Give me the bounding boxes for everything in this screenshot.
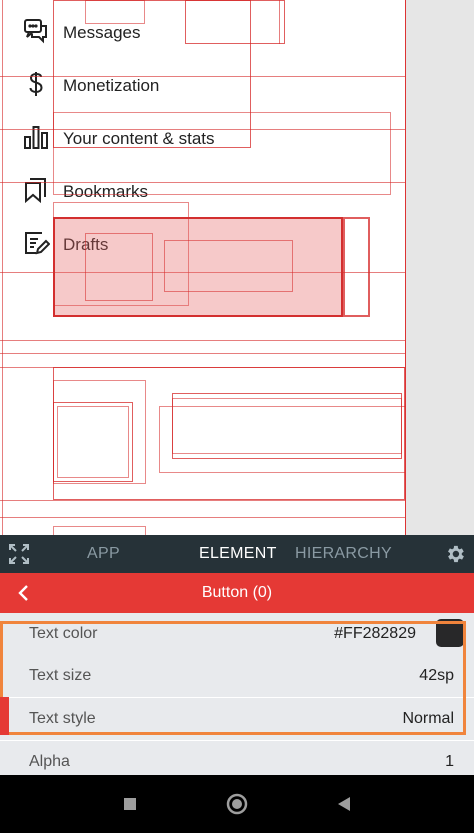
layout-bound-box — [53, 526, 146, 535]
tab-app[interactable]: APP — [87, 545, 120, 563]
layout-bound-box — [343, 217, 370, 317]
system-navigation-bar — [0, 775, 474, 833]
layout-bound-line — [0, 340, 405, 341]
layout-bound-box — [85, 233, 153, 301]
element-title: Button (0) — [201, 584, 273, 601]
property-name: Alpha — [29, 753, 70, 770]
layout-bound-box — [185, 0, 285, 44]
fullscreen-expand-icon[interactable] — [8, 543, 30, 565]
layout-bound-line — [279, 0, 280, 44]
bar-chart-icon — [22, 123, 50, 151]
chat-bubbles-icon — [22, 17, 50, 45]
selected-row-marker — [0, 697, 9, 735]
layout-bound-box — [85, 0, 145, 24]
layout-bound-line — [0, 517, 474, 518]
element-title-bar: Button (0) — [0, 573, 474, 613]
layout-bound-box — [172, 398, 402, 454]
recents-square-icon[interactable] — [118, 792, 142, 816]
layout-bound-box — [164, 240, 293, 292]
gear-icon[interactable] — [444, 543, 466, 565]
layout-bound-line — [0, 76, 405, 77]
inspected-app-gutter — [405, 0, 474, 535]
layout-bound-box — [57, 406, 129, 478]
drafts-icon — [22, 229, 50, 257]
inspected-app-area: Messages Monetization Your content & sta… — [0, 0, 474, 535]
dollar-icon — [22, 70, 50, 98]
layout-bound-line — [0, 129, 405, 130]
layout-bound-line — [0, 353, 405, 354]
home-circle-icon[interactable] — [225, 792, 249, 816]
layout-bound-line — [0, 500, 474, 501]
layout-bound-line — [0, 182, 405, 183]
property-group-selection-frame — [0, 621, 466, 735]
property-value: 1 — [445, 753, 454, 770]
bookmarks-icon — [22, 176, 50, 204]
tab-element[interactable]: ELEMENT — [199, 545, 277, 563]
layout-bound-line — [2, 0, 3, 535]
inspector-tab-bar: APP ELEMENT HIERARCHY — [0, 535, 474, 573]
tab-hierarchy[interactable]: HIERARCHY — [295, 545, 392, 563]
back-triangle-icon[interactable] — [332, 792, 356, 816]
